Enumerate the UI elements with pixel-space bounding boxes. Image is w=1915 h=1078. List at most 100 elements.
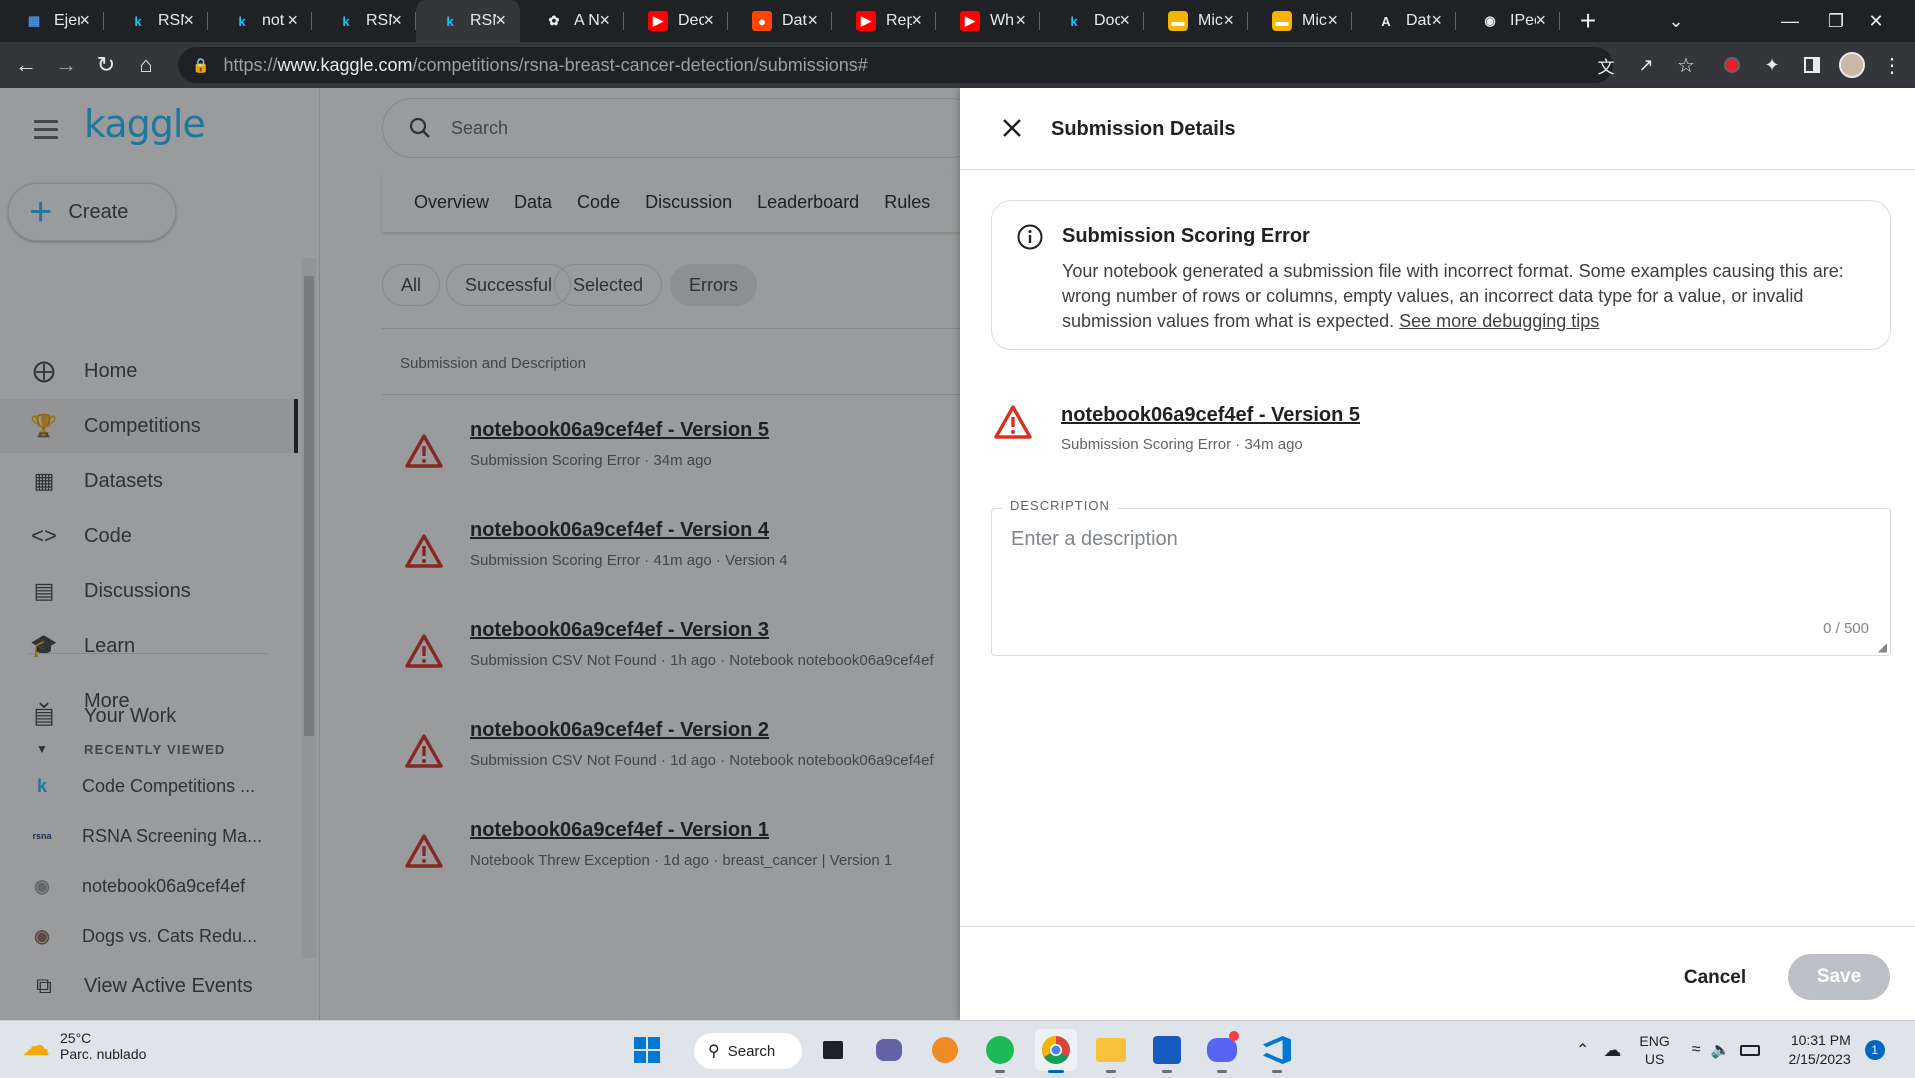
back-arrow-icon[interactable]: ←: [6, 45, 46, 85]
submission-name-link[interactable]: notebook06a9cef4ef - Version 5: [1061, 404, 1360, 427]
profile-avatar-icon[interactable]: [1832, 45, 1872, 85]
bookmark-star-icon[interactable]: ☆: [1666, 45, 1706, 85]
tab-title: Mic: [1302, 12, 1327, 29]
close-tab-icon[interactable]: ×: [391, 10, 402, 31]
discord-icon[interactable]: [1201, 1029, 1243, 1073]
word-icon[interactable]: [1146, 1029, 1188, 1073]
tab-title: Ejer: [54, 12, 80, 29]
resize-handle-icon[interactable]: ◢: [1878, 640, 1887, 654]
browser-tab[interactable]: k not ×: [208, 0, 312, 42]
footer-divider: [960, 926, 1915, 927]
reload-icon[interactable]: ↻: [86, 45, 126, 85]
onedrive-cloud-icon[interactable]: ☁: [1603, 1040, 1621, 1061]
browser-menu-icon[interactable]: ⋮: [1872, 45, 1912, 85]
browser-tab[interactable]: k RSN×: [312, 0, 416, 42]
close-tab-icon[interactable]: ×: [287, 10, 298, 31]
cancel-button[interactable]: Cancel: [1660, 956, 1770, 1000]
save-button[interactable]: Save: [1788, 954, 1890, 1000]
share-icon[interactable]: ↗: [1626, 45, 1666, 85]
clock[interactable]: 10:31 PM 2/15/2023: [1788, 1031, 1850, 1069]
close-window-icon[interactable]: ✕: [1852, 0, 1900, 42]
close-tab-icon[interactable]: ×: [1327, 10, 1338, 31]
panel-header: Submission Details: [960, 88, 1915, 170]
close-tab-icon[interactable]: ×: [807, 10, 818, 31]
error-body: Your notebook generated a submission fil…: [1062, 259, 1872, 334]
chrome-icon[interactable]: [1035, 1029, 1077, 1073]
teams-chat-icon[interactable]: [868, 1029, 910, 1071]
search-icon: ⚲: [708, 1043, 720, 1060]
browser-tab[interactable]: ▶ Dec ×: [624, 0, 728, 42]
debugging-tips-link[interactable]: See more debugging tips: [1399, 311, 1599, 331]
tab-title: Dat: [782, 12, 807, 29]
browser-tab[interactable]: ▶ Rep ×: [832, 0, 936, 42]
browser-tab[interactable]: ◉ IPec×: [1456, 0, 1560, 42]
address-bar[interactable]: 🔒 https://www.kaggle.com/competitions/rs…: [178, 47, 1613, 83]
weather-widget[interactable]: ☁ 25°C Parc. nublado: [22, 1029, 146, 1062]
volume-icon[interactable]: 🔈: [1711, 1040, 1731, 1060]
close-tab-icon[interactable]: ×: [183, 10, 194, 31]
home-icon[interactable]: ⌂: [126, 45, 166, 85]
tab-search-chevron-icon[interactable]: ⌄: [1652, 0, 1700, 42]
close-tab-icon[interactable]: ×: [1223, 10, 1234, 31]
browser-tab[interactable]: ▦ Ejer ×: [0, 0, 104, 42]
record-extension-icon[interactable]: [1712, 45, 1752, 85]
new-tab-button[interactable]: +: [1568, 0, 1608, 42]
kaggle-icon: k: [238, 13, 246, 29]
browser-tab[interactable]: k Doc ×: [1040, 0, 1144, 42]
browser-tab[interactable]: ▬ Mic ×: [1248, 0, 1352, 42]
character-counter: 0 / 500: [1823, 620, 1869, 637]
kaggle-icon: k: [1070, 13, 1078, 29]
youtube-icon: ▶: [856, 11, 876, 31]
error-title: Submission Scoring Error: [1062, 225, 1310, 247]
url-text: https://www.kaggle.com/competitions/rsna…: [223, 54, 868, 75]
battery-icon[interactable]: [1740, 1044, 1761, 1056]
close-tab-icon[interactable]: ×: [703, 10, 714, 31]
side-panel-icon[interactable]: [1792, 45, 1832, 85]
close-tab-icon[interactable]: ×: [1431, 10, 1442, 31]
lock-icon: 🔒: [192, 56, 210, 73]
taskbar-search[interactable]: ⚲ Search: [694, 1033, 802, 1069]
browser-toolbar: ← → ↻ ⌂ 🔒 https://www.kaggle.com/competi…: [0, 42, 1915, 88]
browser-tab[interactable]: k RSN×: [104, 0, 208, 42]
browser-tab[interactable]: A Dat ×: [1352, 0, 1456, 42]
modal-overlay[interactable]: [0, 88, 960, 1020]
error-card: Submission Scoring Error Your notebook g…: [991, 200, 1891, 350]
language-indicator[interactable]: ENG US: [1639, 1032, 1669, 1068]
close-tab-icon[interactable]: ×: [79, 10, 90, 31]
extensions-puzzle-icon[interactable]: ✦: [1752, 45, 1792, 85]
youtube-icon: ▶: [648, 11, 668, 31]
browser-tab[interactable]: ● Dat ×: [728, 0, 832, 42]
forward-arrow-icon[interactable]: →: [46, 45, 86, 85]
close-tab-icon[interactable]: ×: [495, 10, 506, 31]
notification-badge[interactable]: 1: [1864, 1040, 1885, 1060]
close-tab-icon[interactable]: ×: [911, 10, 922, 31]
browser-tab[interactable]: k RSN×: [416, 0, 520, 42]
close-tab-icon[interactable]: ×: [599, 10, 610, 31]
kaggle-icon: k: [342, 13, 350, 29]
close-tab-icon[interactable]: ×: [1119, 10, 1130, 31]
kaggle-icon: k: [446, 13, 454, 29]
browser-tab[interactable]: ▬ Mic ×: [1144, 0, 1248, 42]
tray-overflow-chevron-icon[interactable]: ⌃: [1576, 1040, 1589, 1060]
tab-title: Rep: [886, 12, 912, 29]
temperature: 25°C: [60, 1029, 92, 1046]
browser-tab[interactable]: ✿ A N ×: [520, 0, 624, 42]
close-tab-icon[interactable]: ×: [1015, 10, 1026, 31]
spotify-icon[interactable]: [979, 1029, 1021, 1073]
description-placeholder: Enter a description: [1011, 528, 1178, 550]
wifi-icon[interactable]: ≈: [1692, 1041, 1701, 1059]
minimize-icon[interactable]: —: [1766, 0, 1814, 42]
browser-tab[interactable]: ▶ Wh ×: [936, 0, 1040, 42]
doc-icon: ▦: [27, 13, 41, 28]
reddit-icon: ●: [752, 11, 772, 31]
close-icon[interactable]: [994, 110, 1030, 146]
browser-tab-strip: ▦Ejer×kRSN×knot×kRSN×kRSN×✿A N×▶Dec×●Dat…: [0, 0, 1915, 42]
tab-title: Wh: [990, 12, 1014, 29]
fl-studio-icon[interactable]: [924, 1029, 966, 1071]
file-explorer-icon[interactable]: [1090, 1029, 1132, 1073]
close-tab-icon[interactable]: ×: [1535, 10, 1546, 31]
vscode-icon[interactable]: [1256, 1029, 1298, 1073]
translate-icon[interactable]: 文: [1586, 45, 1626, 85]
task-view-icon[interactable]: [812, 1029, 854, 1071]
windows-start-icon[interactable]: [626, 1029, 668, 1071]
